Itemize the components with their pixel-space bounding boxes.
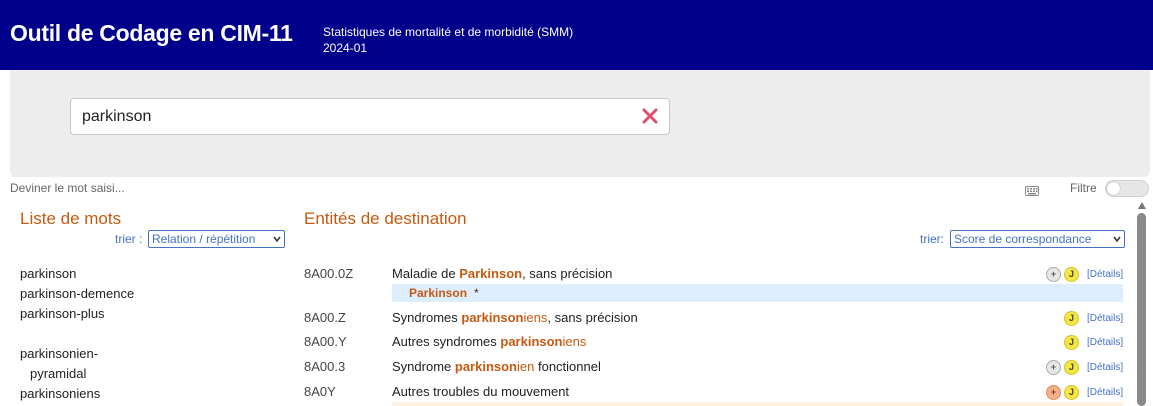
j-badge[interactable]: J (1064, 360, 1079, 375)
results-scrollbar[interactable] (1137, 200, 1147, 406)
clear-search-button[interactable] (639, 105, 661, 127)
word-list-sort-label: trier : (115, 232, 143, 246)
entity-title-pre: Autres syndromes (392, 334, 501, 349)
details-link[interactable]: [Détails] (1087, 387, 1123, 398)
entity-title-match-tail: iens (523, 310, 548, 325)
entity-title-match: parkinson (500, 334, 563, 349)
app-title: Outil de Codage en CIM-11 (10, 20, 293, 46)
chevron-down-icon (273, 236, 281, 243)
entity-title-pre: Syndrome (392, 359, 455, 374)
entity-title-post: , sans précision (522, 266, 613, 281)
subtitle-line-1: Statistiques de mortalité et de morbidit… (323, 25, 574, 39)
entity-title-match-tail: iens (562, 334, 587, 349)
entity-title[interactable]: Syndrome parkinsonien fonctionnel (392, 359, 601, 374)
chevron-down-icon (1113, 236, 1121, 243)
entities-sort-label: trier: (920, 232, 944, 246)
filter-toggle[interactable] (1105, 180, 1149, 197)
keyboard-icon[interactable] (1025, 183, 1039, 196)
entities-title: Entités de destination (304, 209, 467, 228)
expand-badge[interactable]: + (1046, 385, 1061, 400)
scroll-up-icon[interactable] (1138, 202, 1146, 209)
entity-code[interactable]: 8A00.Z (304, 310, 346, 325)
entity-code[interactable]: 8A00.3 (304, 359, 345, 374)
word-list-sort-value: Relation / répétition (152, 232, 256, 246)
word-list-item[interactable]: parkinsonien- (20, 346, 98, 361)
details-link[interactable]: [Détails] (1087, 362, 1123, 373)
word-list-item-continuation[interactable]: pyramidal (30, 366, 86, 381)
word-list-item[interactable]: parkinson-demence (20, 286, 134, 301)
entity-code[interactable]: 8A00.Y (304, 334, 347, 349)
entity-title-post: fonctionnel (534, 359, 601, 374)
details-link[interactable]: [Détails] (1087, 269, 1123, 280)
entity-title-match: Parkinson (459, 266, 523, 281)
guess-word-link[interactable]: Deviner le mot saisi... (10, 181, 125, 195)
word-list-item[interactable]: parkinson-plus (20, 306, 105, 321)
app-subtitle: Statistiques de mortalité et de morbidit… (323, 24, 573, 56)
entity-title-post: , sans précision (547, 310, 638, 325)
sub-row-match: Parkinson (409, 286, 468, 300)
entities-sort-select[interactable]: Score de correspondance (950, 230, 1125, 248)
entity-title-pre: Syndromes (392, 310, 462, 325)
entity-code[interactable]: 8A0Y (304, 384, 336, 399)
entity-title-match: parkinson (461, 310, 524, 325)
app-header: Outil de Codage en CIM-11 Statistiques d… (0, 0, 1153, 70)
close-icon (642, 108, 658, 124)
expand-badge[interactable]: + (1046, 360, 1061, 375)
word-list-sort-select[interactable]: Relation / répétition (148, 230, 285, 248)
scroll-thumb[interactable] (1137, 213, 1146, 406)
expand-badge[interactable]: + (1046, 267, 1061, 282)
entity-title[interactable]: Autres syndromes parkinsoniens (392, 334, 586, 349)
entity-sub-row[interactable]: Parkinson * (392, 284, 1123, 302)
next-sub-row-edge (392, 402, 1123, 406)
j-badge[interactable]: J (1064, 335, 1079, 350)
j-badge[interactable]: J (1064, 385, 1079, 400)
word-list-title: Liste de mots (20, 209, 122, 228)
word-list-item[interactable]: parkinson (20, 266, 76, 281)
filter-toggle-knob (1107, 182, 1120, 195)
entity-title[interactable]: Autres troubles du mouvement (392, 384, 569, 399)
entity-code[interactable]: 8A00.0Z (304, 266, 353, 281)
filter-label: Filtre (1070, 181, 1097, 195)
j-badge[interactable]: J (1064, 311, 1079, 326)
j-badge[interactable]: J (1064, 267, 1079, 282)
entities-sort-value: Score de correspondance (954, 232, 1092, 246)
search-box (70, 98, 670, 135)
subtitle-line-2: 2024-01 (323, 41, 368, 55)
sub-row-mark: * (474, 286, 479, 300)
entity-title-match: parkinson (454, 359, 517, 374)
entity-title[interactable]: Syndromes parkinsoniens, sans précision (392, 310, 638, 325)
search-input[interactable] (82, 106, 622, 128)
entity-title[interactable]: Maladie de Parkinson, sans précision (392, 266, 612, 281)
entity-title-match-tail: ien (517, 359, 535, 374)
details-link[interactable]: [Détails] (1087, 313, 1123, 324)
word-list-item[interactable]: parkinsoniens (20, 386, 100, 401)
search-panel (10, 70, 1150, 177)
details-link[interactable]: [Détails] (1087, 337, 1123, 348)
entity-title-pre: Maladie de (392, 266, 460, 281)
